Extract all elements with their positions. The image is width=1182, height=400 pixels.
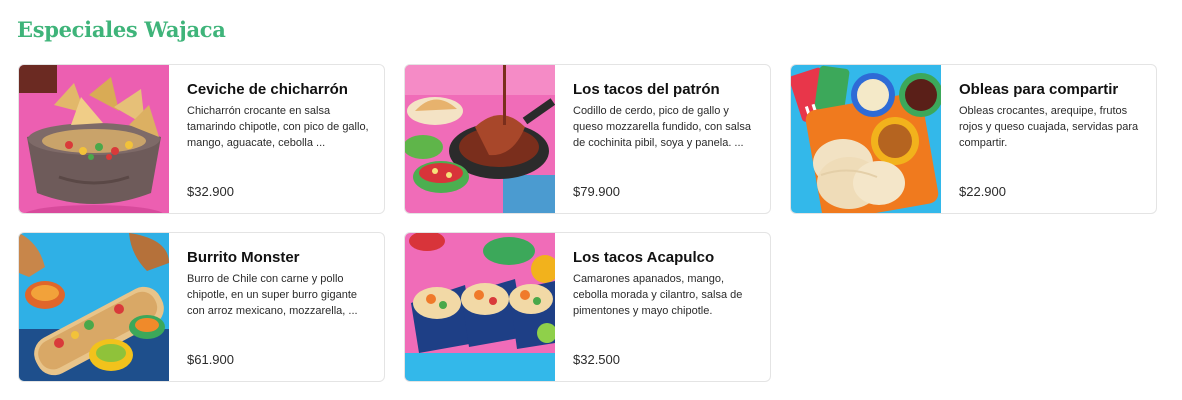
menu-item-card[interactable]: U Obleas para compartir Obleas crocantes…: [790, 64, 1157, 214]
item-name: Obleas para compartir: [959, 81, 1119, 98]
item-price: $61.900: [187, 352, 234, 367]
item-price: $79.900: [573, 184, 620, 199]
item-name: Los tacos Acapulco: [573, 249, 715, 266]
menu-item-card[interactable]: Los tacos del patrón Codillo de cerdo, p…: [404, 64, 771, 214]
tacos-skillet-icon: [405, 65, 555, 213]
menu-item-card[interactable]: Ceviche de chicharrón Chicharrón crocant…: [18, 64, 385, 214]
item-description: Obleas crocantes, arequipe, frutos rojos…: [959, 105, 1139, 149]
menu-item-card[interactable]: Burrito Monster Burro de Chile con carne…: [18, 232, 385, 382]
item-name: Ceviche de chicharrón: [187, 81, 348, 98]
item-description: Chicharrón crocante en salsa tamarindo c…: [187, 105, 369, 149]
section-title: Especiales Wajaca: [17, 17, 226, 42]
ceviche-bowl-icon: [19, 65, 169, 213]
item-description: Camarones apanados, mango, cebolla morad…: [573, 273, 743, 317]
item-description: Codillo de cerdo, pico de gallo y queso …: [573, 105, 751, 149]
item-price: $32.500: [573, 352, 620, 367]
item-price: $32.900: [187, 184, 234, 199]
obleas-tray-icon: U: [791, 65, 941, 213]
item-name: Burrito Monster: [187, 249, 300, 266]
menu-item-card[interactable]: Los tacos Acapulco Camarones apanados, m…: [404, 232, 771, 382]
burrito-icon: [19, 233, 169, 381]
item-name: Los tacos del patrón: [573, 81, 720, 98]
item-description: Burro de Chile con carne y pollo chipotl…: [187, 273, 358, 317]
shrimp-tacos-icon: [405, 233, 555, 381]
item-price: $22.900: [959, 184, 1006, 199]
